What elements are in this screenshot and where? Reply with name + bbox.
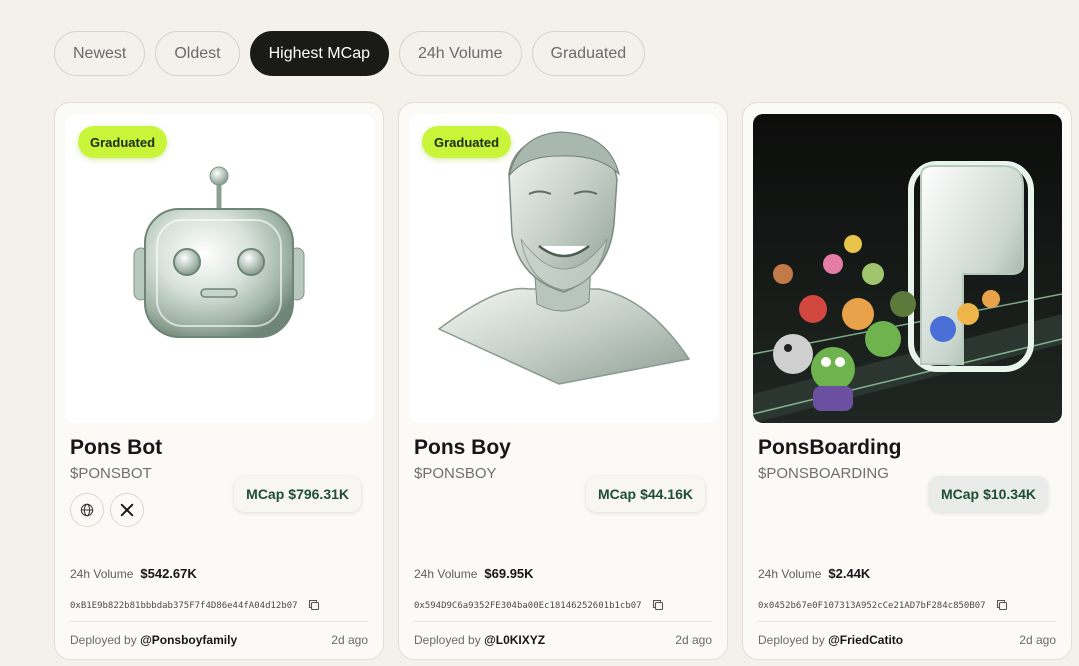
card-divider — [70, 621, 368, 622]
chrome-man-portrait-image — [409, 114, 718, 423]
deployed-by-label: Deployed by — [758, 633, 825, 647]
mcap-value: $44.16K — [640, 486, 693, 502]
volume-row: 24h Volume $2.44K — [758, 566, 870, 581]
volume-label: 24h Volume — [758, 567, 822, 581]
sort-filter-bar: Newest Oldest Highest MCap 24h Volume Gr… — [54, 31, 646, 76]
contract-address: 0x594D9C6a9352FE304ba00Ec18146252601b1cb… — [414, 601, 642, 611]
mcap-badge: MCap $44.16K — [585, 476, 705, 512]
deployer-row: Deployed by @L0KIXYZ 2d ago — [414, 633, 712, 647]
robot-head-image — [65, 114, 374, 423]
token-ticker: $PONSBOY — [414, 465, 497, 482]
token-card-pons-bot[interactable]: Graduated MCap $796.31K Pons Bot $PONSBO… — [54, 102, 384, 660]
contract-address-row: 0xB1E9b822b81bbbdab375F7f4D86e44fA04d12b… — [70, 599, 322, 613]
graduated-badge: Graduated — [422, 126, 512, 158]
deploy-age: 2d ago — [1019, 633, 1056, 647]
deployer-link[interactable]: @Ponsboyfamily — [140, 633, 237, 647]
card-divider — [758, 621, 1056, 622]
mcap-label: MCap — [940, 486, 980, 502]
filter-24h-volume-button[interactable]: 24h Volume — [398, 31, 522, 76]
copy-icon[interactable] — [996, 599, 1010, 613]
deployed-by: Deployed by @L0KIXYZ — [414, 633, 545, 647]
volume-label: 24h Volume — [70, 567, 134, 581]
deploy-age: 2d ago — [331, 633, 368, 647]
contract-address: 0xB1E9b822b81bbbdab375F7f4D86e44fA04d12b… — [70, 601, 298, 611]
x-icon — [120, 503, 134, 517]
characters-boarding-image — [753, 114, 1062, 423]
mcap-value: $796.31K — [288, 486, 349, 502]
token-name: Pons Bot — [70, 436, 163, 459]
filter-oldest-button[interactable]: Oldest — [155, 31, 240, 76]
copy-icon[interactable] — [652, 599, 666, 613]
deploy-age: 2d ago — [675, 633, 712, 647]
deployed-by: Deployed by @Ponsboyfamily — [70, 633, 237, 647]
contract-address-row: 0x594D9C6a9352FE304ba00Ec18146252601b1cb… — [414, 599, 666, 613]
mcap-label: MCap — [246, 486, 285, 502]
deployer-link[interactable]: @FriedCatito — [828, 633, 903, 647]
card-divider — [414, 621, 712, 622]
contract-address-row: 0x0452b67e0F107313A952cCe21AD7bF284c850B… — [758, 599, 1010, 613]
volume-row: 24h Volume $69.95K — [414, 566, 534, 581]
token-ticker: $PONSBOARDING — [758, 465, 889, 482]
token-card-pons-boy[interactable]: Graduated MCap $44.16K Pons Boy $PONSBOY… — [398, 102, 728, 660]
mcap-label: MCap — [597, 486, 637, 502]
filter-highest-mcap-button[interactable]: Highest MCap — [249, 31, 389, 76]
website-link-button[interactable] — [70, 493, 104, 527]
volume-value: $69.95K — [484, 566, 534, 581]
contract-address: 0x0452b67e0F107313A952cCe21AD7bF284c850B… — [758, 601, 986, 611]
token-ticker: $PONSBOT — [70, 465, 152, 482]
x-link-button[interactable] — [110, 493, 144, 527]
mcap-badge: MCap $796.31K — [234, 476, 361, 512]
token-name: PonsBoarding — [758, 436, 902, 459]
deployer-row: Deployed by @FriedCatito 2d ago — [758, 633, 1056, 647]
volume-label: 24h Volume — [414, 567, 478, 581]
deployed-by-label: Deployed by — [414, 633, 481, 647]
deployer-row: Deployed by @Ponsboyfamily 2d ago — [70, 633, 368, 647]
deployer-link[interactable]: @L0KIXYZ — [484, 633, 545, 647]
volume-value: $542.67K — [140, 566, 197, 581]
globe-icon — [80, 503, 94, 517]
token-name: Pons Boy — [414, 436, 511, 459]
mcap-value: $10.34K — [983, 486, 1036, 502]
copy-icon[interactable] — [308, 599, 322, 613]
volume-value: $2.44K — [828, 566, 871, 581]
mcap-badge: MCap $10.34K — [928, 476, 1048, 512]
social-links — [70, 493, 144, 527]
graduated-badge: Graduated — [78, 126, 168, 158]
filter-graduated-button[interactable]: Graduated — [531, 31, 646, 76]
deployed-by: Deployed by @FriedCatito — [758, 633, 903, 647]
filter-newest-button[interactable]: Newest — [54, 31, 146, 76]
token-card-ponsboarding[interactable]: MCap $10.34K PonsBoarding $PONSBOARDING … — [742, 102, 1072, 660]
volume-row: 24h Volume $542.67K — [70, 566, 197, 581]
deployed-by-label: Deployed by — [70, 633, 137, 647]
